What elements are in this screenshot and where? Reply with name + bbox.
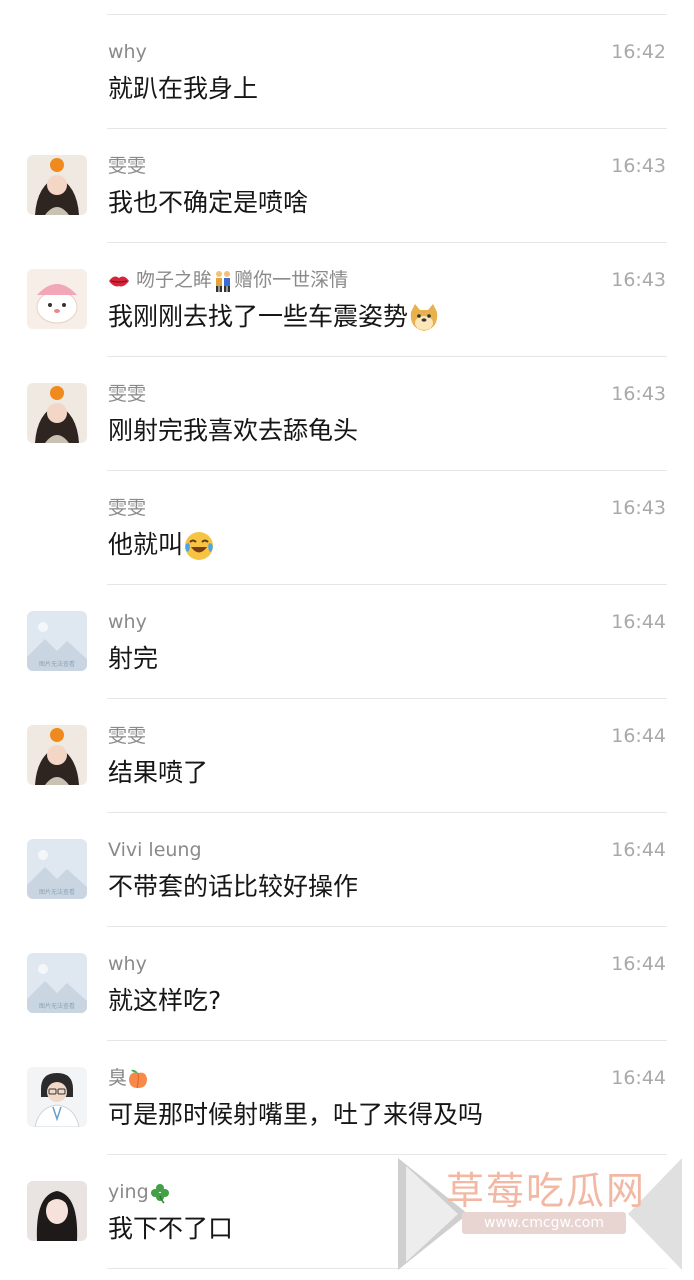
- avatar[interactable]: [27, 155, 87, 215]
- sender-name: ying: [108, 1179, 171, 1205]
- placeholder-caption: 图片无法查看: [39, 660, 75, 668]
- message-row[interactable]: 图片无法查看 why 16:44 射完: [0, 585, 694, 699]
- message-row[interactable]: 雯雯 16:44 结果喷了: [0, 699, 694, 813]
- timestamp: 16:44: [611, 611, 666, 633]
- couple-emoji-icon: [216, 270, 231, 292]
- timestamp: 16:43: [611, 383, 666, 405]
- timestamp: 16:44: [611, 839, 666, 861]
- message-text: 刚射完我喜欢去舔龟头: [108, 416, 359, 445]
- sender-name: why: [108, 953, 147, 975]
- laugh-cry-emoji-icon: [185, 532, 214, 560]
- girl-photo-avatar-icon: [27, 1181, 87, 1241]
- watermark-title: 草莓吃瓜网: [446, 1169, 647, 1213]
- message-text: 可是那时候射嘴里，吐了来得及吗: [108, 1100, 484, 1129]
- avatar[interactable]: [27, 1067, 87, 1127]
- image-placeholder-icon: 图片无法查看: [27, 953, 87, 1013]
- message-text: 我下不了口: [108, 1214, 234, 1243]
- cartoon-bear-avatar-icon: [27, 269, 87, 329]
- girl-avatar-icon: [27, 383, 87, 443]
- sender-name: 雯雯: [108, 725, 147, 747]
- image-placeholder-icon: 图片无法查看: [27, 611, 87, 671]
- message-text: 结果喷了: [108, 758, 209, 787]
- timestamp: 16:43: [611, 497, 666, 519]
- message-row[interactable]: 图片无法查看 Vivi leung 16:44 不带套的话比较好操作: [0, 813, 694, 927]
- watermark: 草莓吃瓜网 www.cmcgw.com: [398, 1158, 682, 1270]
- message-row[interactable]: 雯雯 16:43 刚射完我喜欢去舔龟头: [0, 357, 694, 471]
- clover-emoji-icon: [150, 1183, 169, 1204]
- avatar[interactable]: [27, 1181, 87, 1241]
- message-text: 我刚刚去找了一些车震姿势: [108, 299, 440, 335]
- message-row[interactable]: 图片无法查看 why 16:44 就这样吃?: [0, 927, 694, 1041]
- sender-name-main: ying: [108, 1181, 149, 1203]
- doctor-avatar-icon: [27, 1067, 87, 1127]
- timestamp: 16:42: [611, 41, 666, 63]
- message-row[interactable]: 雯雯 16:43 我也不确定是喷啥: [0, 129, 694, 243]
- lips-emoji-icon: [109, 276, 129, 286]
- image-placeholder-icon: 图片无法查看: [27, 839, 87, 899]
- sender-name: why: [108, 41, 147, 63]
- message-row[interactable]: 雯雯 16:43 他就叫: [0, 471, 694, 585]
- avatar[interactable]: [27, 383, 87, 443]
- sender-name: Vivi leung: [108, 839, 202, 861]
- timestamp: 16:44: [611, 1067, 666, 1089]
- sender-name: 雯雯: [108, 383, 147, 405]
- avatar[interactable]: 图片无法查看: [27, 953, 87, 1013]
- sender-name-main: 吻子之眸: [136, 269, 213, 291]
- doge-emoji-icon: [410, 304, 438, 331]
- sender-name: why: [108, 611, 147, 633]
- girl-avatar-icon: [27, 725, 87, 785]
- avatar[interactable]: [27, 269, 87, 329]
- girl-avatar-icon: [27, 155, 87, 215]
- message-text: 不带套的话比较好操作: [108, 872, 359, 901]
- watermark-url: www.cmcgw.com: [462, 1212, 626, 1234]
- message-text: 我也不确定是喷啥: [108, 188, 309, 217]
- sender-name-main: 臭: [108, 1067, 128, 1089]
- sender-name-suffix: 赠你一世深情: [234, 269, 349, 291]
- sender-name: 雯雯: [108, 497, 147, 519]
- message-text-content: 我刚刚去找了一些车震姿势: [108, 302, 409, 331]
- message-text: 射完: [108, 644, 159, 673]
- message-row[interactable]: 吻子之眸 赠你一世深情 16:43 我刚刚去找了一些车震姿势: [0, 243, 694, 357]
- timestamp: 16:44: [611, 953, 666, 975]
- timestamp: 16:43: [611, 155, 666, 177]
- avatar[interactable]: [27, 725, 87, 785]
- message-row[interactable]: 臭 16:44 可是那时候射嘴里，吐了来得及吗: [0, 1041, 694, 1155]
- timestamp: 16:43: [611, 269, 666, 291]
- sender-name: 雯雯: [108, 155, 147, 177]
- placeholder-caption: 图片无法查看: [39, 888, 75, 896]
- sender-name: 吻子之眸 赠你一世深情: [108, 267, 348, 293]
- message-text: 就这样吃?: [108, 986, 222, 1015]
- sender-name: 臭: [108, 1065, 149, 1091]
- message-text-content: 他就叫: [108, 530, 184, 559]
- message-text: 就趴在我身上: [108, 74, 259, 103]
- avatar[interactable]: 图片无法查看: [27, 611, 87, 671]
- placeholder-caption: 图片无法查看: [39, 1002, 75, 1010]
- avatar[interactable]: 图片无法查看: [27, 839, 87, 899]
- message-row[interactable]: why 16:42 就趴在我身上: [0, 15, 694, 129]
- timestamp: 16:44: [611, 725, 666, 747]
- message-text: 他就叫: [108, 527, 215, 563]
- peach-emoji-icon: [129, 1069, 148, 1088]
